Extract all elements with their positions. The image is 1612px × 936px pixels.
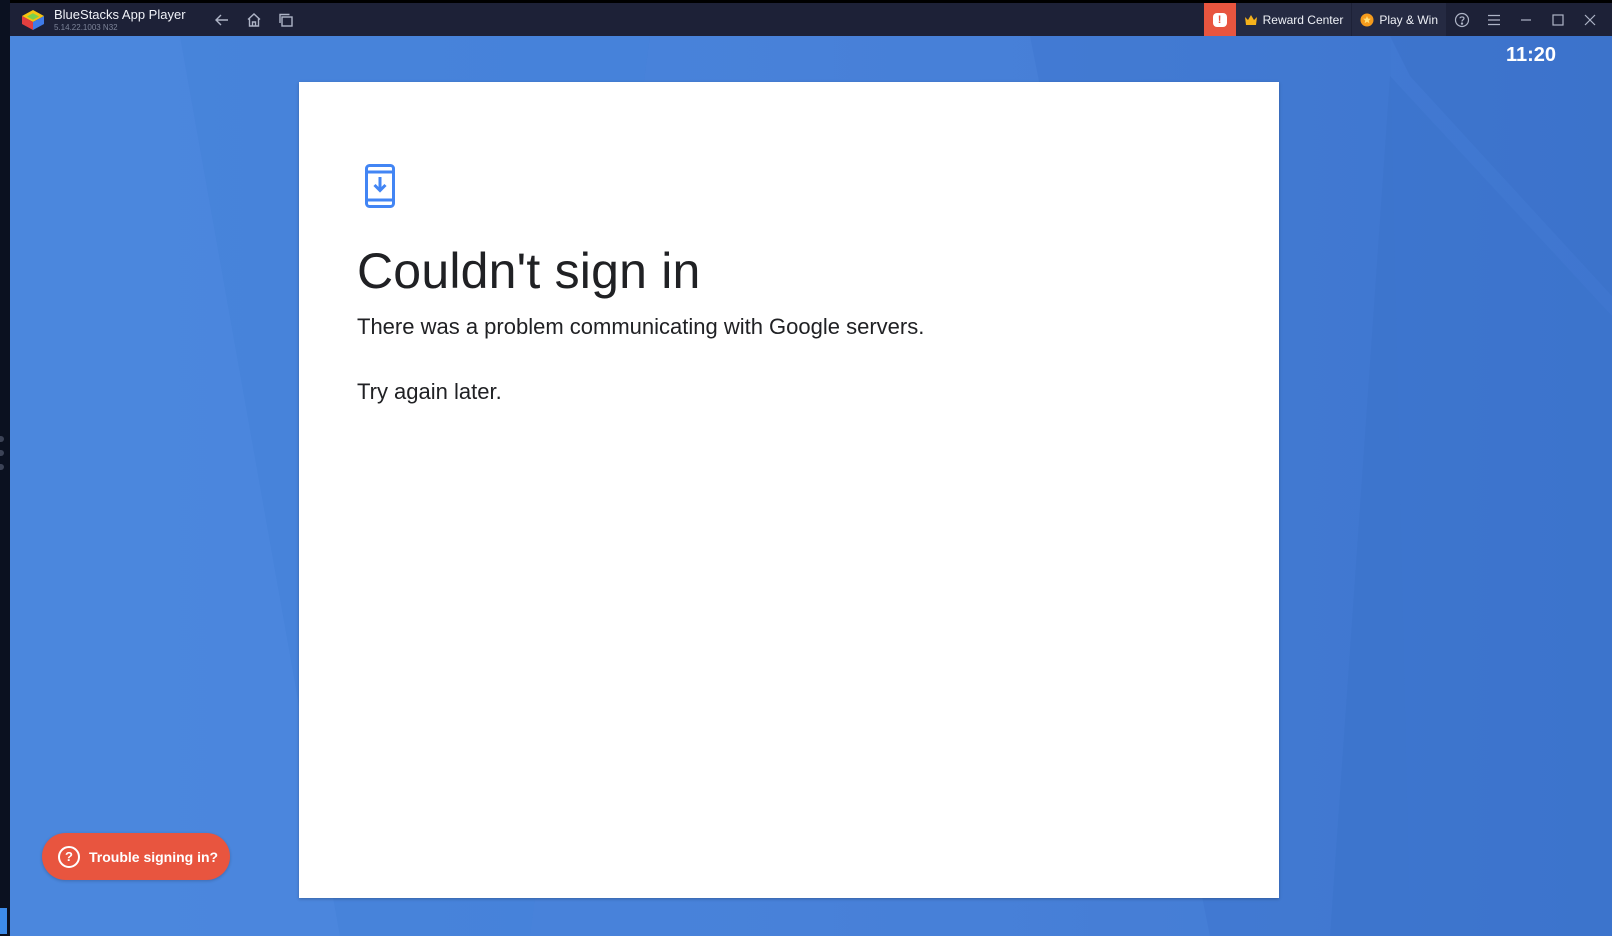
home-icon[interactable] — [238, 3, 270, 36]
bluestacks-window: BlueStacks App Player 5.14.22.1003 N32 !… — [0, 0, 1612, 936]
app-version: 5.14.22.1003 N32 — [54, 22, 118, 32]
coin-star-icon — [1360, 13, 1374, 26]
edge-handle-dot — [0, 464, 4, 470]
help-circle-icon: ? — [58, 845, 80, 868]
dialog-title: Couldn't sign in — [357, 243, 701, 299]
window-controls — [1510, 3, 1606, 36]
status-bar-time: 11:20 — [1505, 44, 1556, 66]
sign-in-error-card: Couldn't sign in There was a problem com… — [299, 82, 1279, 898]
trouble-signing-in-button[interactable]: ? Trouble signing in? — [42, 833, 230, 880]
phone-download-icon — [365, 164, 395, 213]
play-win-label: Play & Win — [1379, 12, 1438, 27]
crown-icon — [1244, 14, 1257, 25]
recent-apps-icon[interactable] — [270, 3, 302, 36]
minimize-icon[interactable] — [1510, 3, 1542, 36]
reward-center-button[interactable]: Reward Center — [1235, 3, 1352, 36]
edge-handle-dot — [0, 436, 4, 442]
trouble-signing-in-label: Trouble signing in? — [89, 848, 219, 865]
edge-handle-dot — [0, 450, 4, 456]
android-screen: 11:20 Couldn't sign in There was a probl… — [10, 36, 1612, 936]
hamburger-menu-icon[interactable] — [1478, 3, 1510, 36]
help-icon[interactable] — [1446, 3, 1478, 36]
app-title-block: BlueStacks App Player 5.14.22.1003 N32 — [54, 8, 194, 32]
dialog-message: There was a problem communicating with G… — [357, 314, 925, 339]
alert-button[interactable]: ! — [1203, 3, 1236, 36]
back-arrow-icon[interactable] — [206, 3, 238, 36]
android-nav-buttons — [206, 3, 302, 36]
app-name: BlueStacks App Player — [54, 6, 186, 22]
reward-center-label: Reward Center — [1262, 12, 1344, 27]
alert-badge: ! — [1212, 12, 1227, 27]
left-edge-strip — [0, 0, 10, 936]
maximize-icon[interactable] — [1542, 3, 1574, 36]
title-bar: BlueStacks App Player 5.14.22.1003 N32 !… — [10, 3, 1612, 36]
close-icon[interactable] — [1574, 3, 1606, 36]
bluestacks-logo-icon — [20, 7, 46, 33]
dialog-message-secondary: Try again later. — [357, 379, 502, 404]
edge-accent — [0, 908, 7, 934]
play-win-button[interactable]: Play & Win — [1351, 3, 1446, 36]
